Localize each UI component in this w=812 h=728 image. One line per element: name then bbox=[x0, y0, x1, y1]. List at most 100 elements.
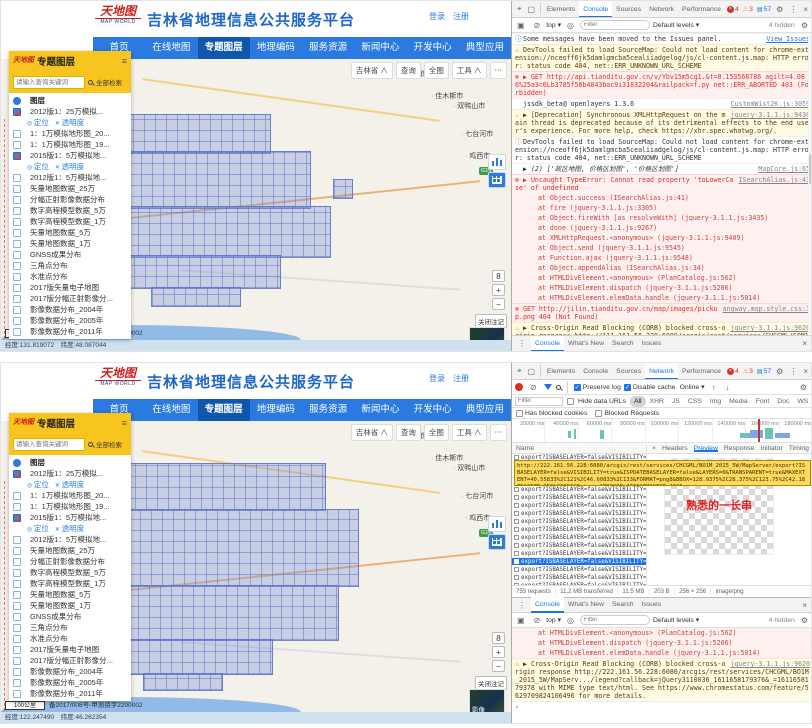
layer-opacity-button[interactable]: 透明度 bbox=[55, 479, 84, 490]
console-message[interactable]: at HTMLDivElement.elemData.handle (jquer… bbox=[512, 293, 812, 303]
eye-icon[interactable]: ◎ bbox=[564, 616, 577, 625]
layer-checkbox[interactable] bbox=[13, 591, 21, 599]
layer-list-item[interactable]: 1：1万模拟地形图_20... bbox=[9, 490, 131, 501]
issues-badge[interactable]: ▤57 bbox=[755, 6, 773, 13]
layer-list-item[interactable]: 数字高程模型数据_5万 bbox=[9, 567, 131, 578]
detail-tab[interactable]: Initiator bbox=[760, 445, 782, 452]
map-toolbar-item[interactable]: 工具 ∧ bbox=[452, 424, 487, 441]
clear-console-icon[interactable]: ⊘ bbox=[531, 616, 544, 625]
toggle-labels-button[interactable]: 关闭注记 bbox=[475, 676, 507, 690]
network-timeline[interactable]: 20000 ms40000 ms60000 ms80000 ms100000 m… bbox=[512, 419, 812, 443]
layer-checkbox[interactable] bbox=[13, 185, 21, 193]
map-toolbar-item[interactable]: ⋯ bbox=[490, 424, 508, 441]
request-checkbox[interactable] bbox=[514, 543, 519, 548]
request-checkbox[interactable] bbox=[514, 535, 519, 540]
zoom-in-button[interactable]: + bbox=[492, 646, 505, 658]
layer-list-item[interactable]: 定位 透明度 bbox=[9, 523, 131, 534]
layer-checkbox[interactable] bbox=[13, 174, 21, 182]
request-row[interactable]: export?ISBASELAYER=false&VISIBILITY=tru bbox=[512, 582, 646, 585]
layer-list-item[interactable]: 定位 透明度 bbox=[9, 479, 131, 490]
drawer-tab[interactable]: Console bbox=[531, 336, 564, 352]
settings-icon[interactable]: ⚙ bbox=[773, 367, 786, 376]
layer-list-item[interactable]: 矢量地图数据_25万 bbox=[9, 183, 131, 194]
console-message[interactable]: DevTools failed to load SourceMap: Could… bbox=[512, 44, 812, 71]
console-message[interactable]: angway.map.style.css:1 GET http://jilin.… bbox=[512, 303, 812, 322]
nav-item[interactable]: 服务资源 bbox=[302, 37, 354, 59]
layer-checkbox[interactable] bbox=[13, 558, 21, 566]
request-checkbox[interactable] bbox=[514, 519, 519, 524]
close-devtools-icon[interactable]: × bbox=[800, 5, 811, 14]
layer-checkbox[interactable] bbox=[13, 624, 21, 632]
layer-checkbox[interactable] bbox=[13, 536, 21, 544]
layer-list-item[interactable]: 矢量地图数据_5万 bbox=[9, 227, 131, 238]
console-message[interactable] bbox=[512, 701, 812, 712]
layer-checkbox[interactable] bbox=[13, 218, 21, 226]
nav-item[interactable]: 在线地图 bbox=[145, 399, 197, 421]
layer-list-item[interactable]: 水准点分布 bbox=[9, 271, 131, 282]
console-message[interactable]: at HTMLDivElement.dispatch (jquery-3.1.1… bbox=[512, 638, 812, 648]
filter-funnel-icon[interactable] bbox=[544, 384, 552, 390]
layer-checkbox[interactable] bbox=[13, 547, 21, 555]
context-selector[interactable]: top ▾ bbox=[546, 21, 561, 29]
layer-checkbox[interactable] bbox=[13, 679, 21, 687]
layer-checkbox[interactable] bbox=[13, 690, 21, 698]
filter-pill[interactable]: Doc bbox=[773, 396, 793, 407]
layer-search-input[interactable] bbox=[13, 438, 85, 451]
layer-checkbox[interactable] bbox=[13, 240, 21, 248]
devtools-tab[interactable]: Console bbox=[579, 363, 612, 380]
nav-item[interactable]: 典型应用 bbox=[459, 37, 511, 59]
request-row[interactable]: export?ISBASELAYER=false&VISIBILITY=tru bbox=[512, 518, 646, 526]
zoom-in-button[interactable]: + bbox=[492, 284, 505, 296]
detail-tab[interactable]: Timing bbox=[789, 445, 809, 452]
map-toolbar-item[interactable]: 查询 bbox=[396, 424, 421, 441]
request-checkbox[interactable] bbox=[514, 527, 519, 532]
request-checkbox[interactable] bbox=[514, 511, 519, 516]
devtools-tab[interactable]: Performance bbox=[678, 1, 725, 18]
layer-list-item[interactable]: 数字高程模型数据_1万 bbox=[9, 578, 131, 589]
blocked-checkbox[interactable]: Blocked Requests bbox=[595, 410, 659, 417]
panel-menu-icon[interactable]: ≡ bbox=[122, 56, 127, 66]
close-drawer-icon[interactable]: × bbox=[799, 601, 810, 610]
request-row[interactable]: export?ISBASELAYER=false&VISIBILITY=tru bbox=[512, 494, 646, 502]
inspect-icon[interactable]: ⌖ bbox=[514, 366, 525, 376]
source-link[interactable]: jquery-3.1.1.js:9620 bbox=[731, 660, 810, 668]
record-icon[interactable] bbox=[515, 383, 523, 391]
request-row[interactable]: export?ISBASELAYER=false&VISIBILITY=tru bbox=[512, 486, 646, 494]
layer-list-item[interactable]: 影像数据分布_2011年 bbox=[9, 688, 131, 699]
layer-list-item[interactable]: 2017版矢量电子地图 bbox=[9, 282, 131, 293]
layer-list-item[interactable]: 矢量地图数据_1万 bbox=[9, 238, 131, 249]
map-toolbar-item[interactable]: 工具 ∧ bbox=[452, 62, 487, 79]
layer-list-item[interactable]: 三角点分布 bbox=[9, 260, 131, 271]
register-link[interactable]: 注册 bbox=[453, 11, 469, 22]
request-row[interactable]: export?ISBASELAYER=false&VISIBILITY=tru bbox=[512, 526, 646, 534]
close-drawer-icon[interactable]: × bbox=[799, 339, 810, 348]
request-row[interactable]: export?ISBASELAYER=false&VISIBILITY=tru bbox=[512, 502, 646, 510]
layer-list-item[interactable]: 矢量地图数据_25万 bbox=[9, 545, 131, 556]
more-menu-icon[interactable]: ⋮ bbox=[786, 367, 800, 376]
layer-checkbox[interactable] bbox=[13, 284, 21, 292]
detail-tab[interactable]: Preview bbox=[694, 445, 718, 452]
console-settings-icon[interactable]: ⚙ bbox=[798, 616, 811, 625]
layer-list-item[interactable]: 矢量地图数据_5万 bbox=[9, 589, 131, 600]
console-message[interactable]: at HTMLDivElement.<anonymous> (PlanCatal… bbox=[512, 273, 812, 283]
table-button[interactable] bbox=[488, 534, 506, 550]
layer-locate-button[interactable]: 定位 bbox=[27, 161, 49, 172]
filter-pill[interactable]: WS bbox=[793, 396, 810, 407]
devtools-tab[interactable]: Network bbox=[645, 363, 678, 380]
request-checkbox[interactable] bbox=[514, 551, 519, 556]
layer-locate-button[interactable]: 定位 bbox=[27, 523, 49, 534]
panel-menu-icon[interactable]: ≡ bbox=[122, 418, 127, 428]
request-row[interactable]: export?ISBASELAYER=false&VISIBILITY=tru bbox=[512, 510, 646, 518]
layer-checkbox[interactable] bbox=[13, 262, 21, 270]
network-search-icon[interactable] bbox=[556, 385, 561, 390]
filter-pill[interactable]: Font bbox=[752, 396, 774, 407]
log-levels-select[interactable]: Default levels ▾ bbox=[653, 21, 699, 29]
console-message[interactable]: DevTools failed to load SourceMap: Could… bbox=[512, 136, 812, 163]
console-message[interactable]: at HTMLDivElement.dispatch (jquery-3.1.1… bbox=[512, 283, 812, 293]
layer-checkbox[interactable] bbox=[13, 97, 21, 105]
chart-button[interactable] bbox=[488, 516, 506, 532]
drawer-tab[interactable]: Issues bbox=[638, 336, 666, 352]
request-checkbox[interactable] bbox=[514, 567, 519, 572]
blocked-checkbox[interactable]: Has blocked cookies bbox=[516, 410, 587, 417]
request-row[interactable]: export?ISBASELAYER=false&VISIBILITY=tru bbox=[512, 534, 646, 542]
